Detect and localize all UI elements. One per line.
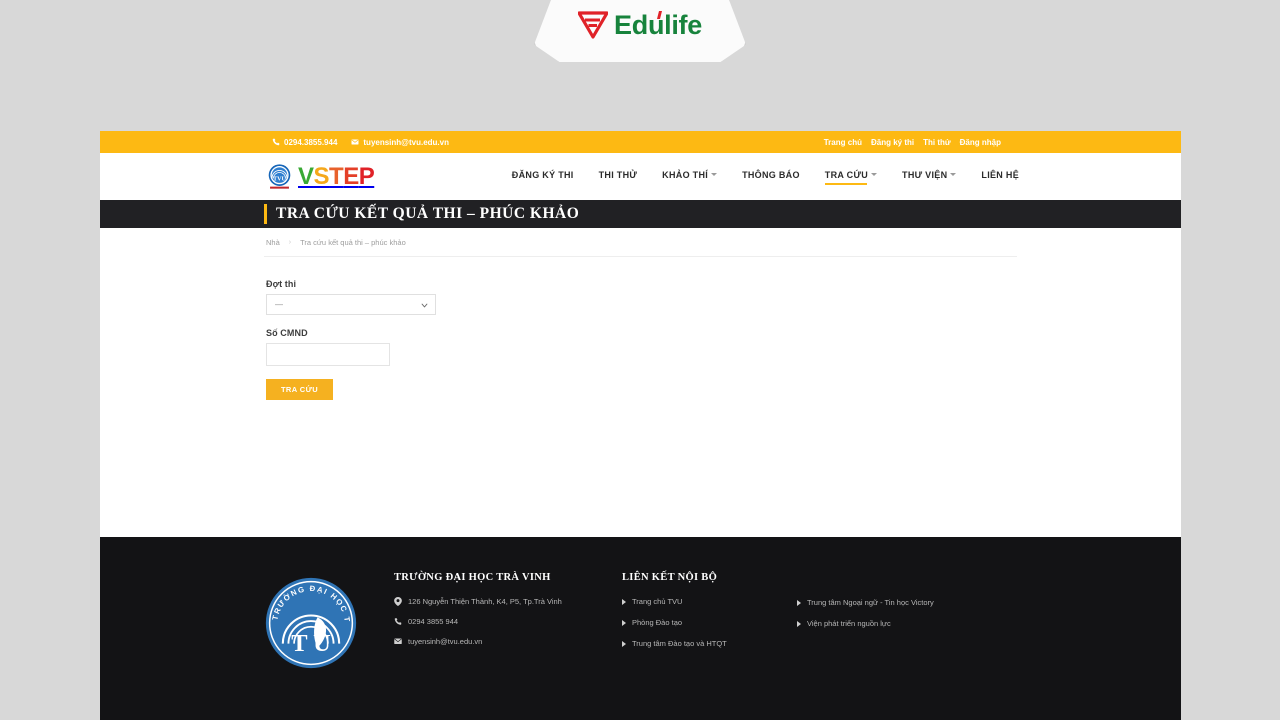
footer-link-phong-dao-tao[interactable]: Phòng Đào tạo [622,618,797,627]
menu-label: THI THỬ [598,169,638,180]
topbar-phone-text: 0294.3855.944 [284,137,338,147]
footer-phone: 0294 3855 944 [394,617,622,626]
footer-address: 126 Nguyễn Thiện Thành, K4, P5, Tp.Trà V… [394,597,622,606]
lookup-submit-button[interactable]: TRA CỨU [266,379,333,400]
site-footer: TRƯỜNG ĐẠI HỌC TRÀ VINH T U TRƯỜNG ĐẠI H… [100,537,1181,720]
footer-internal-links-column: LIÊN KẾT NỘI BỘ Trang chủ TVU Phòng Đào … [622,572,797,675]
topbar-links-group: Trang chủ Đăng ký thi Thi thử Đăng nhập [824,138,1001,147]
phone-icon [394,618,402,625]
vstep-letter-v: V [298,162,314,190]
menu-label: ĐĂNG KÝ THI [511,169,574,180]
menu-label: KHẢO THÍ [662,169,709,180]
topbar-link-mocktest[interactable]: Thi thử [923,138,951,147]
footer-external-links-column: Trung tâm Ngoại ngữ - Tin học Victory Vi… [797,572,1101,675]
topbar-link-home[interactable]: Trang chủ [824,138,862,147]
vstep-wordmark: VSTEP [298,162,375,190]
chevron-right-icon [622,640,626,647]
breadcrumb: Nhà › Tra cứu kết quả thi – phúc khảo [264,228,1017,257]
primary-menu: ĐĂNG KÝ THI THI THỬ KHẢO THÍ THÔNG BÁO T… [512,169,1019,185]
utility-topbar: 0294.3855.944 tuyensinh@tvu.edu.vn Trang… [100,131,1181,153]
footer-university-heading: TRƯỜNG ĐẠI HỌC TRÀ VINH [394,572,551,583]
breadcrumb-separator: › [288,239,292,246]
footer-link-label: Trang chủ TVU [632,597,683,606]
footer-link-label: Trung tâm Ngoại ngữ - Tin học Victory [807,598,934,607]
vstep-letter-s: S [313,162,330,190]
footer-phone-text: 0294 3855 944 [408,617,459,626]
vstep-letter-t: T [329,162,344,190]
id-number-label: Số CMND [266,328,308,338]
breadcrumb-current: Tra cứu kết quả thi – phúc khảo [300,238,406,247]
edulife-logo-notch[interactable]: Edulife [534,0,746,62]
page-background-gutter [0,68,1280,131]
topbar-link-login[interactable]: Đăng nhập [960,138,1001,147]
topbar-link-register[interactable]: Đăng ký thi [871,138,914,147]
menu-item-dang-ky-thi[interactable]: ĐĂNG KÝ THI [512,170,574,184]
page-title-band: TRA CỨU KẾT QUẢ THI – PHÚC KHẢO [100,200,1181,228]
exam-session-label: Đợt thi [266,279,297,289]
chevron-down-icon [711,172,718,176]
chevron-down-icon [871,172,878,176]
footer-link-label: Phòng Đào tạo [632,618,683,627]
page-left-gutter [0,131,100,720]
menu-item-thu-vien[interactable]: THƯ VIỆN [902,169,957,184]
main-navbar: TVU VSTEP ĐĂNG KÝ THI THI THỬ KHẢO THÍ T… [100,153,1181,200]
topbar-email-text: tuyensinh@tvu.edu.vn [363,137,449,147]
chevron-right-icon [797,620,801,627]
id-number-input[interactable] [266,343,390,366]
exam-session-selected-value: — [275,300,283,309]
exam-session-select[interactable]: — [266,294,436,315]
menu-label: THƯ VIỆN [902,169,948,180]
website-viewport: 0294.3855.944 tuyensinh@tvu.edu.vn Trang… [100,131,1181,720]
footer-link-vien-phat-trien[interactable]: Viện phát triển nguồn lực [797,619,1101,628]
svg-text:T U: T U [291,630,331,657]
title-accent-bar [264,204,267,224]
menu-label: LIÊN HỆ [981,169,1019,180]
envelope-icon [351,139,359,145]
topbar-phone: 0294.3855.944 [272,138,337,147]
footer-columns: TRƯỜNG ĐẠI HỌC TRÀ VINH T U TRƯỜNG ĐẠI H… [260,569,1101,675]
envelope-icon [394,638,402,644]
footer-seal-column: TRƯỜNG ĐẠI HỌC TRÀ VINH T U [260,569,394,675]
svg-text:TVU: TVU [273,177,286,183]
tvu-seal-icon: TRƯỜNG ĐẠI HỌC TRÀ VINH T U [260,569,357,669]
footer-link-label: Viện phát triển nguồn lực [807,619,891,628]
footer-link-victory[interactable]: Trung tâm Ngoại ngữ - Tin học Victory [797,598,1101,607]
footer-link-tvu-home[interactable]: Trang chủ TVU [622,597,797,606]
topbar-contact-group: 0294.3855.944 tuyensinh@tvu.edu.vn [272,138,449,147]
edulife-triangle-f-icon [578,11,609,39]
footer-link-label: Trung tâm Đào tạo và HTQT [632,639,727,648]
chevron-right-icon [797,599,801,606]
chevron-right-icon [622,598,626,605]
map-pin-icon [394,597,402,606]
footer-email: tuyensinh@tvu.edu.vn [394,637,622,646]
chevron-down-icon [421,303,428,308]
menu-label: THÔNG BÁO [742,169,800,180]
phone-icon [272,138,280,146]
menu-item-thong-bao[interactable]: THÔNG BÁO [742,170,800,184]
edulife-wordmark: Edulife [614,10,702,39]
page-title: TRA CỨU KẾT QUẢ THI – PHÚC KHẢO [276,205,580,222]
breadcrumb-home[interactable]: Nhà [266,238,280,247]
edulife-top-bar: Edulife [0,0,1280,68]
menu-label: TRA CỨU [824,169,869,180]
result-lookup-form: Đợt thi — Số CMND TRA CỨU [266,279,1017,400]
footer-internal-heading: LIÊN KẾT NỘI BỘ [622,572,718,583]
menu-item-lien-he[interactable]: LIÊN HỆ [981,170,1019,184]
page-right-gutter [1181,131,1280,720]
footer-university-column: TRƯỜNG ĐẠI HỌC TRÀ VINH 126 Nguyễn Thiện… [394,572,622,675]
menu-item-thi-thu[interactable]: THI THỬ [599,170,638,184]
chevron-right-icon [622,619,626,626]
site-logo-link[interactable]: TVU VSTEP [266,162,375,190]
chevron-down-icon [950,172,957,176]
footer-address-text: 126 Nguyễn Thiện Thành, K4, P5, Tp.Trà V… [408,597,562,606]
tvu-seal-icon: TVU [268,164,291,189]
footer-link-trung-tam-dao-tao-htqt[interactable]: Trung tâm Đào tạo và HTQT [622,639,797,648]
topbar-email: tuyensinh@tvu.edu.vn [351,138,449,147]
vstep-letter-e: E [343,162,359,190]
footer-email-text: tuyensinh@tvu.edu.vn [408,637,483,646]
menu-item-khao-thi[interactable]: KHẢO THÍ [662,169,718,184]
vstep-letter-p: P [358,162,375,190]
menu-item-tra-cuu[interactable]: TRA CỨU [824,169,878,185]
